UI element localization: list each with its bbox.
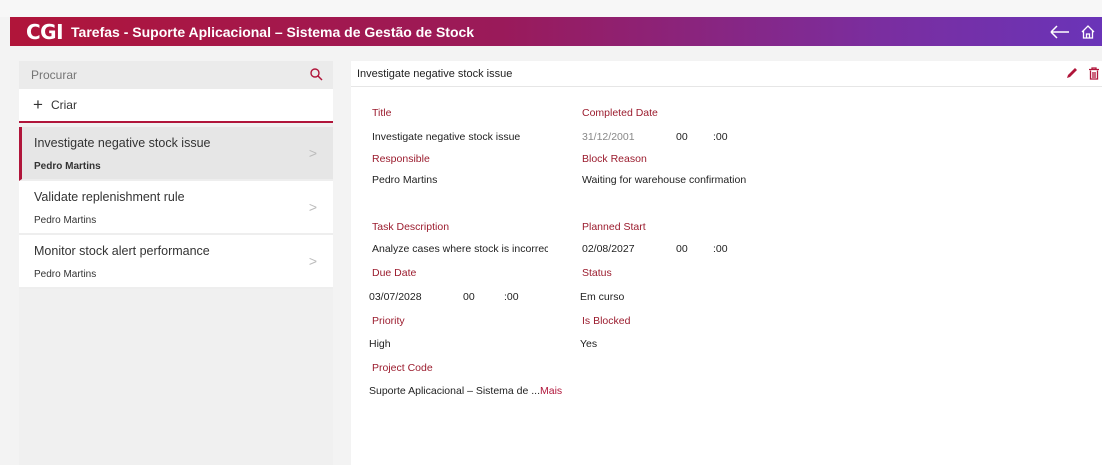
more-link[interactable]: Mais <box>540 385 562 397</box>
create-button[interactable]: + Criar <box>19 89 333 123</box>
completed-date-value: 31/12/2001 <box>582 131 635 143</box>
detail-title: Investigate negative stock issue <box>357 67 513 80</box>
responsible-label: Responsible <box>372 153 430 165</box>
pencil-icon[interactable] <box>1064 65 1080 81</box>
status-value: Em curso <box>580 291 625 303</box>
home-icon[interactable] <box>1074 17 1102 46</box>
task-description-value: Analyze cases where stock is incorrectly… <box>372 243 548 255</box>
project-code-value: Suporte Aplicacional – Sistema de ... <box>369 385 541 397</box>
due-date-value: 03/07/2028 <box>369 291 422 303</box>
priority-value: High <box>369 338 391 350</box>
task-detail-panel: Investigate negative stock issue Title I… <box>351 61 1102 465</box>
plus-icon: + <box>33 95 43 114</box>
responsible-value: Pedro Martins <box>372 174 438 186</box>
planned-start-label: Planned Start <box>582 221 646 233</box>
priority-label: Priority <box>372 315 405 327</box>
task-list: Investigate negative stock issue Pedro M… <box>19 127 333 289</box>
list-item-person: Pedro Martins <box>34 215 97 226</box>
trash-icon[interactable] <box>1086 65 1102 81</box>
due-minute: :00 <box>504 291 519 303</box>
search-bar <box>19 61 333 89</box>
list-item-title: Investigate negative stock issue <box>34 136 211 150</box>
planned-start-value: 02/08/2027 <box>582 243 635 255</box>
task-description-label: Task Description <box>372 221 450 233</box>
create-label: Criar <box>50 98 77 112</box>
completed-minute: :00 <box>713 131 728 143</box>
list-item[interactable]: Monitor stock alert performance Pedro Ma… <box>19 235 333 289</box>
list-item-person: Pedro Martins <box>34 269 97 280</box>
completed-date-label: Completed Date <box>582 107 658 119</box>
search-input[interactable] <box>31 68 291 82</box>
chevron-right-icon: > <box>308 199 317 215</box>
cgi-logo: CGI <box>26 19 64 44</box>
chevron-right-icon: > <box>308 145 317 161</box>
task-list-panel: + Criar Investigate negative stock issue… <box>19 61 333 465</box>
status-label: Status <box>582 267 612 279</box>
is-blocked-label: Is Blocked <box>582 315 631 327</box>
completed-hour: 00 <box>676 131 688 143</box>
list-item-title: Validate replenishment rule <box>34 190 185 204</box>
list-item-person: Pedro Martins <box>34 161 101 172</box>
top-strip <box>0 0 1102 17</box>
list-item[interactable]: Validate replenishment rule Pedro Martin… <box>19 181 333 235</box>
block-reason-value: Waiting for warehouse confirmation <box>582 174 747 186</box>
due-date-label: Due Date <box>372 267 417 279</box>
title-label: Title <box>372 107 392 119</box>
app-header: CGI Tarefas - Suporte Aplicacional – Sis… <box>10 17 1102 46</box>
list-item[interactable]: Investigate negative stock issue Pedro M… <box>19 127 333 181</box>
search-icon[interactable] <box>310 68 323 86</box>
list-item-title: Monitor stock alert performance <box>34 244 210 258</box>
is-blocked-value: Yes <box>580 338 598 350</box>
block-reason-label: Block Reason <box>582 153 647 165</box>
due-hour: 00 <box>463 291 475 303</box>
title-value: Investigate negative stock issue <box>372 131 521 143</box>
planned-hour: 00 <box>676 243 688 255</box>
detail-header: Investigate negative stock issue <box>351 61 1102 87</box>
chevron-right-icon: > <box>308 253 317 269</box>
app-title: Tarefas - Suporte Aplicacional – Sistema… <box>71 23 475 40</box>
planned-minute: :00 <box>713 243 728 255</box>
project-code-label: Project Code <box>372 362 433 374</box>
back-arrow-icon[interactable] <box>1046 17 1074 46</box>
